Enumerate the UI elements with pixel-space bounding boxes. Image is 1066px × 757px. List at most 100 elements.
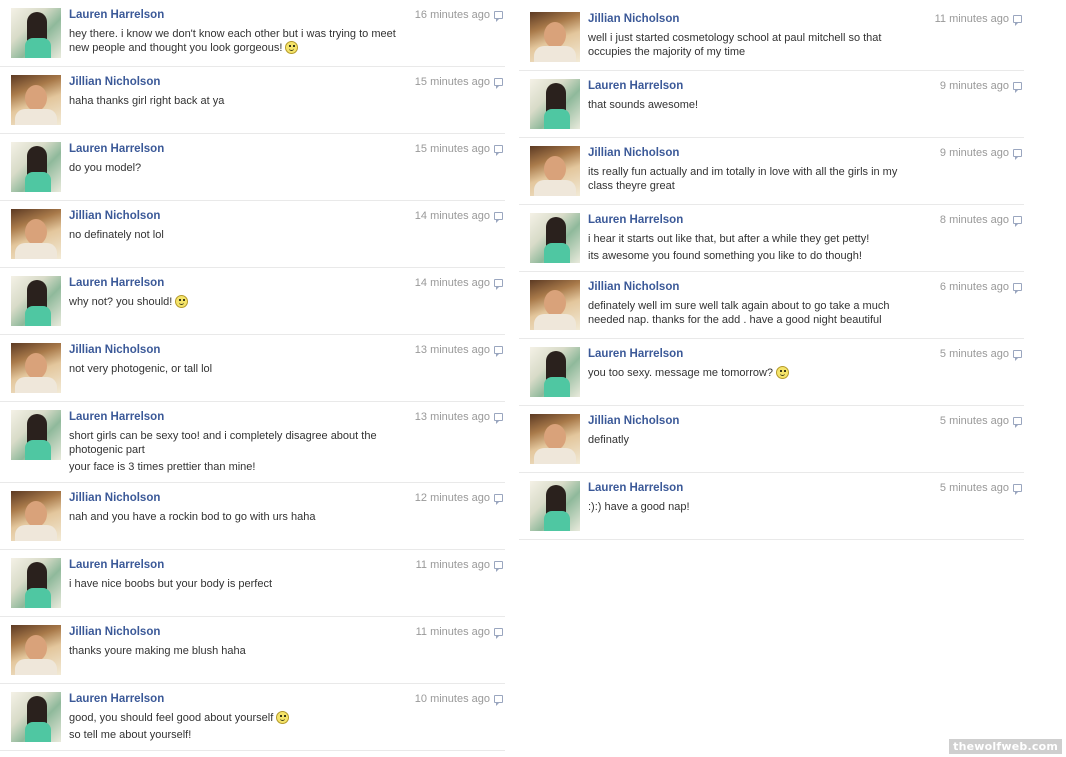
message-text: your face is 3 times prettier than mine! <box>69 461 256 473</box>
message-item: Jillian Nicholson 6 minutes ago definately… <box>519 272 1024 339</box>
message-body: not very photogenic, or tall lol <box>69 362 399 376</box>
reply-bubble-icon[interactable] <box>1013 417 1022 428</box>
sender-name-link[interactable]: Jillian Nicholson <box>588 147 679 159</box>
message-body: i have nice boobs but your body is perfe… <box>69 577 399 591</box>
reply-bubble-icon[interactable] <box>494 145 503 156</box>
watermark: thewolfweb.com <box>949 739 1062 754</box>
message-body: short girls can be sexy too! and i compl… <box>69 429 399 474</box>
message-item: Jillian Nicholson 11 minutes ago thanks yo… <box>0 617 505 684</box>
message-body: haha thanks girl right back at ya <box>69 94 399 108</box>
message-item: Lauren Harrelson 15 minutes ago do you mod… <box>0 134 505 201</box>
avatar[interactable] <box>530 213 580 263</box>
message-text: well i just started cosmetology school a… <box>588 32 882 58</box>
reply-bubble-icon[interactable] <box>494 11 503 22</box>
avatar[interactable] <box>530 481 580 531</box>
reply-bubble-icon[interactable] <box>494 78 503 89</box>
message-text: definately well im sure well talk again … <box>588 300 890 326</box>
message-item: Jillian Nicholson 9 minutes ago its really… <box>519 138 1024 205</box>
avatar[interactable] <box>11 410 61 460</box>
reply-bubble-icon[interactable] <box>1013 82 1022 93</box>
reply-bubble-icon[interactable] <box>494 494 503 505</box>
message-timestamp: 13 minutes ago <box>414 411 490 423</box>
message-item: Lauren Harrelson 9 minutes ago that sounds… <box>519 71 1024 138</box>
reply-bubble-icon[interactable] <box>1013 484 1022 495</box>
message-text: i hear it starts out like that, but afte… <box>588 233 870 245</box>
message-item: Lauren Harrelson 14 minutes ago why not? y… <box>0 268 505 335</box>
avatar[interactable] <box>530 146 580 196</box>
message-timestamp: 11 minutes ago <box>415 559 490 571</box>
message-body: thanks youre making me blush haha <box>69 644 399 658</box>
message-text: that sounds awesome! <box>588 99 699 111</box>
sender-name-link[interactable]: Lauren Harrelson <box>588 482 683 494</box>
sender-name-link[interactable]: Jillian Nicholson <box>69 492 160 504</box>
reply-bubble-icon[interactable] <box>1013 216 1022 227</box>
sender-name-link[interactable]: Jillian Nicholson <box>69 210 160 222</box>
smiley-emoticon-icon <box>776 366 790 379</box>
reply-bubble-icon[interactable] <box>1013 283 1022 294</box>
message-timestamp: 5 minutes ago <box>939 348 1009 360</box>
avatar[interactable] <box>11 692 61 742</box>
message-text: hey there. i know we don't know each oth… <box>69 28 396 54</box>
sender-name-link[interactable]: Jillian Nicholson <box>69 626 160 638</box>
sender-name-link[interactable]: Jillian Nicholson <box>588 415 679 427</box>
reply-bubble-icon[interactable] <box>494 346 503 357</box>
reply-bubble-icon[interactable] <box>494 279 503 290</box>
message-text: haha thanks girl right back at ya <box>69 95 225 107</box>
avatar[interactable] <box>11 343 61 393</box>
reply-bubble-icon[interactable] <box>494 695 503 706</box>
message-item: Lauren Harrelson 8 minutes ago i hear it s… <box>519 205 1024 272</box>
message-body: i hear it starts out like that, but afte… <box>588 232 918 263</box>
avatar[interactable] <box>11 558 61 608</box>
avatar[interactable] <box>530 12 580 62</box>
sender-name-link[interactable]: Jillian Nicholson <box>69 344 160 356</box>
reply-bubble-icon[interactable] <box>494 413 503 424</box>
message-item: Jillian Nicholson 5 minutes ago definatly <box>519 406 1024 473</box>
message-body: :):) have a good nap! <box>588 500 918 514</box>
sender-name-link[interactable]: Lauren Harrelson <box>69 411 164 423</box>
reply-bubble-icon[interactable] <box>1013 350 1022 361</box>
message-text: do you model? <box>69 162 142 174</box>
message-timestamp: 12 minutes ago <box>414 492 490 504</box>
message-body: good, you should feel good about yoursel… <box>69 711 399 742</box>
avatar[interactable] <box>11 276 61 326</box>
avatar[interactable] <box>11 142 61 192</box>
sender-name-link[interactable]: Jillian Nicholson <box>69 76 160 88</box>
avatar[interactable] <box>530 414 580 464</box>
message-text: its awesome you found something you like… <box>588 250 862 262</box>
reply-bubble-icon[interactable] <box>494 212 503 223</box>
message-timestamp: 16 minutes ago <box>414 9 490 21</box>
message-timestamp: 15 minutes ago <box>414 76 490 88</box>
message-timestamp: 11 minutes ago <box>415 626 490 638</box>
smiley-emoticon-icon <box>285 41 299 54</box>
message-body: no definately not lol <box>69 228 399 242</box>
reply-bubble-icon[interactable] <box>1013 15 1022 26</box>
avatar[interactable] <box>11 75 61 125</box>
reply-bubble-icon[interactable] <box>494 628 503 639</box>
reply-bubble-icon[interactable] <box>1013 149 1022 160</box>
sender-name-link[interactable]: Jillian Nicholson <box>588 281 679 293</box>
message-text: good, you should feel good about yoursel… <box>69 712 274 724</box>
avatar[interactable] <box>11 625 61 675</box>
avatar[interactable] <box>530 79 580 129</box>
sender-name-link[interactable]: Lauren Harrelson <box>69 559 164 571</box>
sender-name-link[interactable]: Lauren Harrelson <box>69 9 164 21</box>
sender-name-link[interactable]: Lauren Harrelson <box>588 214 683 226</box>
avatar[interactable] <box>11 209 61 259</box>
sender-name-link[interactable]: Lauren Harrelson <box>588 348 683 360</box>
message-item: Jillian Nicholson 13 minutes ago not very … <box>0 335 505 402</box>
sender-name-link[interactable]: Jillian Nicholson <box>588 13 679 25</box>
avatar[interactable] <box>11 8 61 58</box>
avatar[interactable] <box>530 280 580 330</box>
message-text: definatly <box>588 434 629 446</box>
sender-name-link[interactable]: Lauren Harrelson <box>69 277 164 289</box>
avatar[interactable] <box>11 491 61 541</box>
message-timestamp: 5 minutes ago <box>939 482 1009 494</box>
sender-name-link[interactable]: Lauren Harrelson <box>588 80 683 92</box>
sender-name-link[interactable]: Lauren Harrelson <box>69 693 164 705</box>
message-thread-right-column: Jillian Nicholson 11 minutes ago well i ju… <box>519 4 1024 540</box>
sender-name-link[interactable]: Lauren Harrelson <box>69 143 164 155</box>
reply-bubble-icon[interactable] <box>494 561 503 572</box>
avatar[interactable] <box>530 347 580 397</box>
message-text: so tell me about yourself! <box>69 729 192 741</box>
message-body: do you model? <box>69 161 399 175</box>
